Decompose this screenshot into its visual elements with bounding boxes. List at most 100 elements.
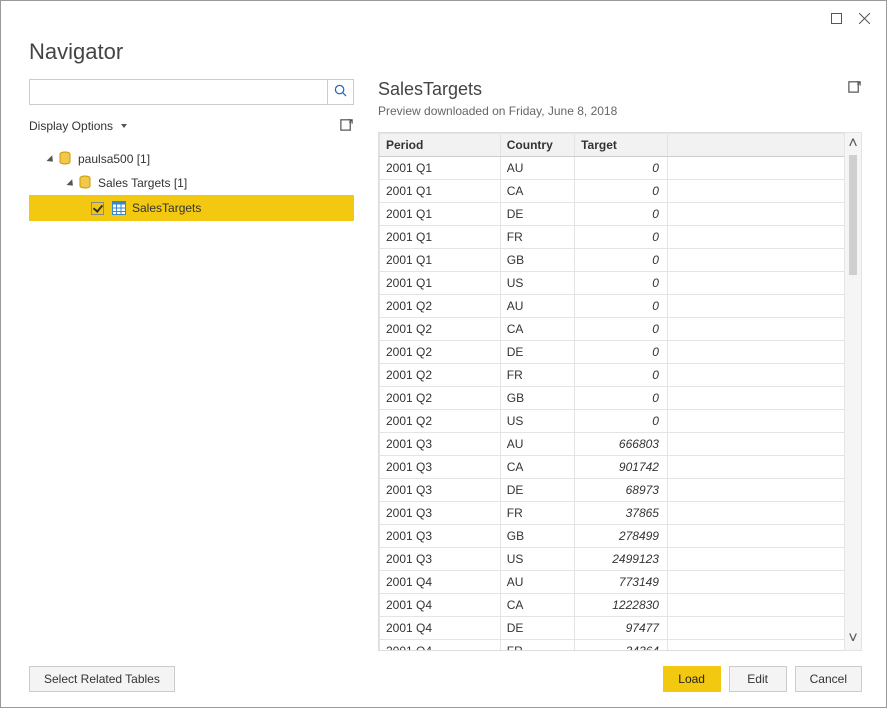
cell-period: 2001 Q3 <box>380 548 501 571</box>
cell-blank <box>667 157 844 180</box>
search-button[interactable] <box>327 80 353 104</box>
scroll-down-icon[interactable]: ˅ <box>848 634 857 644</box>
cell-country: DE <box>500 479 574 502</box>
cell-target: 68973 <box>575 479 668 502</box>
table-row[interactable]: 2001 Q3FR37865 <box>380 502 845 525</box>
tree-node-group[interactable]: Sales Targets [1] <box>29 171 354 195</box>
table-row[interactable]: 2001 Q2US0 <box>380 410 845 433</box>
cell-country: DE <box>500 341 574 364</box>
cell-period: 2001 Q1 <box>380 157 501 180</box>
cell-target: 0 <box>575 157 668 180</box>
table-row[interactable]: 2001 Q2DE0 <box>380 341 845 364</box>
cell-blank <box>667 525 844 548</box>
search-box <box>29 79 354 105</box>
cell-country: FR <box>500 502 574 525</box>
display-options-dropdown[interactable]: Display Options <box>29 119 127 133</box>
select-related-tables-button[interactable]: Select Related Tables <box>29 666 175 692</box>
cell-target: 773149 <box>575 571 668 594</box>
cell-blank <box>667 433 844 456</box>
cell-country: FR <box>500 640 574 652</box>
database-icon <box>78 175 92 192</box>
table-row[interactable]: 2001 Q3AU666803 <box>380 433 845 456</box>
refresh-tree-button[interactable] <box>339 117 354 135</box>
tree-node-table[interactable]: SalesTargets <box>29 195 354 221</box>
cell-blank <box>667 341 844 364</box>
preview-pane: SalesTargets Preview downloaded on Frida… <box>378 79 862 651</box>
table-row[interactable]: 2001 Q2CA0 <box>380 318 845 341</box>
cell-target: 0 <box>575 341 668 364</box>
cell-country: CA <box>500 318 574 341</box>
cell-period: 2001 Q1 <box>380 180 501 203</box>
cell-blank <box>667 180 844 203</box>
cell-blank <box>667 226 844 249</box>
cell-period: 2001 Q3 <box>380 502 501 525</box>
title-bar <box>1 1 886 35</box>
maximize-button[interactable] <box>822 7 850 29</box>
cell-period: 2001 Q4 <box>380 617 501 640</box>
cancel-button[interactable]: Cancel <box>795 666 862 692</box>
cell-blank <box>667 479 844 502</box>
cell-target: 0 <box>575 318 668 341</box>
table-row[interactable]: 2001 Q3US2499123 <box>380 548 845 571</box>
refresh-icon <box>847 83 862 97</box>
table-row[interactable]: 2001 Q1FR0 <box>380 226 845 249</box>
cell-country: AU <box>500 295 574 318</box>
cell-target: 37865 <box>575 502 668 525</box>
cell-period: 2001 Q1 <box>380 272 501 295</box>
load-button[interactable]: Load <box>663 666 721 692</box>
navigator-dialog: Navigator Display Options <box>0 0 887 708</box>
preview-subtitle: Preview downloaded on Friday, June 8, 20… <box>378 104 617 118</box>
table-row[interactable]: 2001 Q4AU773149 <box>380 571 845 594</box>
cell-blank <box>667 249 844 272</box>
cell-target: 0 <box>575 364 668 387</box>
cell-period: 2001 Q1 <box>380 226 501 249</box>
table-row[interactable]: 2001 Q1AU0 <box>380 157 845 180</box>
cell-country: FR <box>500 364 574 387</box>
cell-period: 2001 Q2 <box>380 387 501 410</box>
column-header-period[interactable]: Period <box>380 134 501 157</box>
cell-target: 0 <box>575 226 668 249</box>
refresh-preview-button[interactable] <box>847 79 862 97</box>
scroll-thumb[interactable] <box>849 155 857 275</box>
scroll-up-icon[interactable]: ˄ <box>848 139 857 149</box>
table-row[interactable]: 2001 Q4CA1222830 <box>380 594 845 617</box>
cell-target: 0 <box>575 180 668 203</box>
column-header-target[interactable]: Target <box>575 134 668 157</box>
tree-node-database[interactable]: paulsa500 [1] <box>29 147 354 171</box>
cell-target: 0 <box>575 410 668 433</box>
cell-blank <box>667 272 844 295</box>
table-row[interactable]: 2001 Q3DE68973 <box>380 479 845 502</box>
cell-country: CA <box>500 180 574 203</box>
cell-period: 2001 Q2 <box>380 410 501 433</box>
table-row[interactable]: 2001 Q1US0 <box>380 272 845 295</box>
table-row[interactable]: 2001 Q2FR0 <box>380 364 845 387</box>
expand-caret-icon[interactable] <box>67 179 76 188</box>
cell-blank <box>667 548 844 571</box>
vertical-scrollbar[interactable]: ˄ ˅ <box>844 132 862 651</box>
cell-period: 2001 Q3 <box>380 525 501 548</box>
cell-period: 2001 Q2 <box>380 295 501 318</box>
cell-period: 2001 Q3 <box>380 456 501 479</box>
table-row[interactable]: 2001 Q3CA901742 <box>380 456 845 479</box>
tree-checkbox[interactable] <box>91 202 104 215</box>
table-row[interactable]: 2001 Q4FR34364 <box>380 640 845 652</box>
table-row[interactable]: 2001 Q1CA0 <box>380 180 845 203</box>
refresh-icon <box>339 121 354 135</box>
column-header-country[interactable]: Country <box>500 134 574 157</box>
table-row[interactable]: 2001 Q4DE97477 <box>380 617 845 640</box>
table-row[interactable]: 2001 Q1GB0 <box>380 249 845 272</box>
table-row[interactable]: 2001 Q1DE0 <box>380 203 845 226</box>
table-row[interactable]: 2001 Q3GB278499 <box>380 525 845 548</box>
cell-country: FR <box>500 226 574 249</box>
expand-caret-icon[interactable] <box>47 155 56 164</box>
cell-blank <box>667 617 844 640</box>
close-button[interactable] <box>850 7 878 29</box>
left-pane: Display Options paulsa500 [1] <box>29 79 354 651</box>
edit-button[interactable]: Edit <box>729 666 787 692</box>
table-row[interactable]: 2001 Q2GB0 <box>380 387 845 410</box>
cell-period: 2001 Q4 <box>380 571 501 594</box>
search-input[interactable] <box>30 80 327 104</box>
table-row[interactable]: 2001 Q2AU0 <box>380 295 845 318</box>
cell-country: GB <box>500 387 574 410</box>
cell-blank <box>667 571 844 594</box>
